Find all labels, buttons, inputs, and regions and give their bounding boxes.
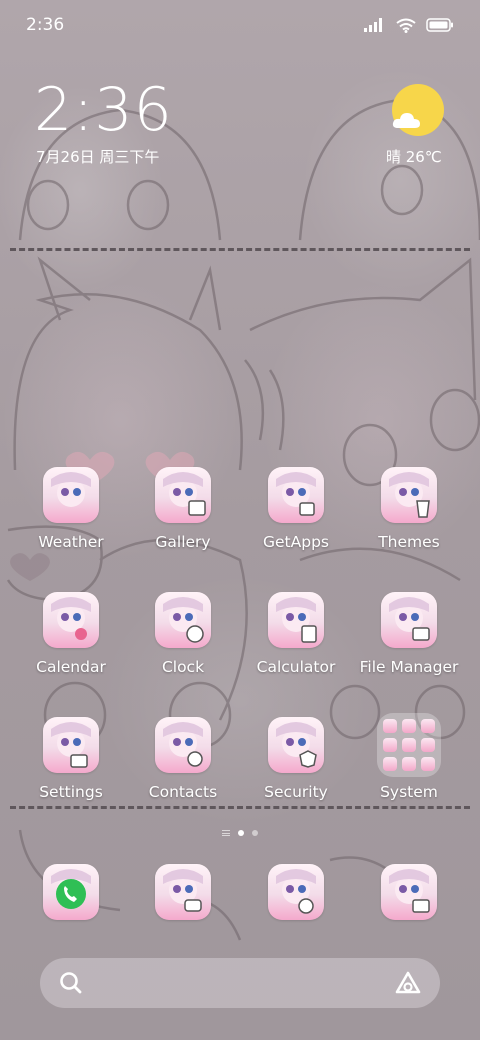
status-bar: 2:36 <box>0 0 480 50</box>
app-clock[interactable]: Clock <box>128 592 238 676</box>
cloud-icon <box>392 113 420 128</box>
settings-icon <box>43 717 99 773</box>
status-time: 2:36 <box>26 15 65 35</box>
app-getapps[interactable]: GetApps <box>241 467 351 551</box>
app-label: Clock <box>161 658 205 676</box>
app-system-folder[interactable]: System <box>354 713 464 801</box>
page-indicator[interactable] <box>0 830 480 836</box>
gallery-icon <box>155 467 211 523</box>
wifi-icon <box>396 18 416 33</box>
dock-camera[interactable] <box>354 864 464 920</box>
clock-icon <box>155 592 211 648</box>
app-label: File Manager <box>359 658 459 676</box>
app-label: Weather <box>38 533 104 551</box>
search-icon[interactable] <box>58 970 84 996</box>
file-manager-icon <box>381 592 437 648</box>
app-label: System <box>380 783 438 801</box>
dock-browser[interactable] <box>241 864 351 920</box>
weather-icon <box>43 467 99 523</box>
page-dot-active <box>238 830 244 836</box>
page-list-icon <box>222 830 230 836</box>
calendar-icon <box>43 592 99 648</box>
themes-icon <box>381 467 437 523</box>
page-dot <box>252 830 258 836</box>
app-label: Security <box>264 783 328 801</box>
getapps-icon <box>268 467 324 523</box>
divider-top <box>10 248 470 251</box>
app-settings[interactable]: Settings <box>16 717 126 801</box>
assistant-icon[interactable] <box>394 970 422 996</box>
app-label: Contacts <box>148 783 218 801</box>
app-label: Themes <box>378 533 440 551</box>
app-label: Settings <box>39 783 103 801</box>
app-label: GetApps <box>263 533 329 551</box>
folder-icon <box>377 713 441 777</box>
camera-icon <box>381 864 437 920</box>
phone-icon <box>43 864 99 920</box>
app-contacts[interactable]: Contacts <box>128 717 238 801</box>
calculator-icon <box>268 592 324 648</box>
security-icon <box>268 717 324 773</box>
app-weather[interactable]: Weather <box>16 467 126 551</box>
contacts-icon <box>155 717 211 773</box>
browser-icon <box>268 864 324 920</box>
dock-phone[interactable] <box>16 864 126 920</box>
divider-bottom <box>10 806 470 809</box>
dock-messages[interactable] <box>128 864 238 920</box>
app-calendar[interactable]: Calendar <box>16 592 126 676</box>
app-themes[interactable]: Themes <box>354 467 464 551</box>
app-label: Calculator <box>256 658 336 676</box>
weather-widget-text[interactable]: 晴 26℃ <box>386 146 442 167</box>
app-gallery[interactable]: Gallery <box>128 467 238 551</box>
messages-icon <box>155 864 211 920</box>
app-label: Gallery <box>155 533 211 551</box>
status-icons <box>364 18 454 33</box>
clock-widget-time[interactable]: 2:36 <box>34 74 173 146</box>
signal-icon <box>364 18 382 32</box>
app-label: Calendar <box>36 658 106 676</box>
app-file-manager[interactable]: File Manager <box>354 592 464 676</box>
search-bar[interactable] <box>40 958 440 1008</box>
clock-widget-date: 7月26日 周三下午 <box>36 148 160 166</box>
app-security[interactable]: Security <box>241 717 351 801</box>
battery-icon <box>426 18 453 32</box>
app-calculator[interactable]: Calculator <box>241 592 351 676</box>
